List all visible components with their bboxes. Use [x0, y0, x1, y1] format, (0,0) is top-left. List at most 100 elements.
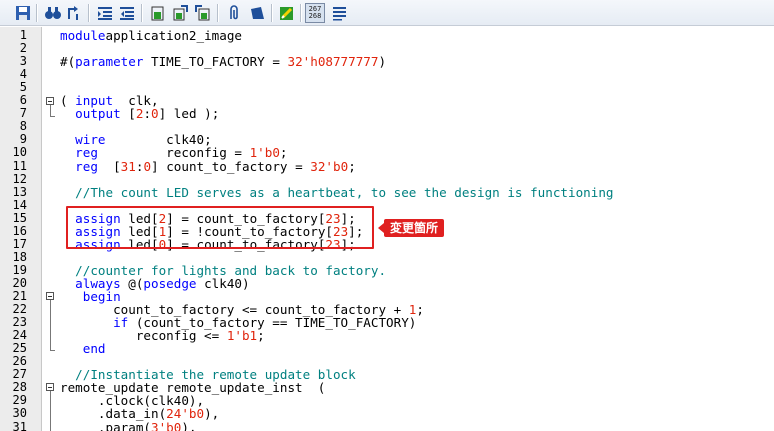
- line-number: 16: [12, 223, 27, 238]
- line-number: 15: [12, 210, 27, 225]
- line-number: 30: [12, 406, 27, 421]
- code-token: ] count_to_factory =: [151, 158, 311, 174]
- number-token: 32'b0: [310, 158, 349, 174]
- keyword-token: end: [82, 341, 106, 357]
- fold-line: [50, 105, 51, 116]
- code-line[interactable]: .param(3'b0),: [60, 421, 197, 431]
- keyword-token: module: [60, 28, 106, 43]
- toolbar-separator: [141, 4, 143, 22]
- code-token: @(: [120, 275, 144, 291]
- keyword-token: output: [75, 106, 121, 122]
- highlight-icon[interactable]: [248, 4, 266, 22]
- code-token: clk40): [196, 275, 250, 291]
- line-number: 13: [12, 184, 27, 199]
- indent-icon[interactable]: [96, 4, 114, 22]
- code-line[interactable]: end: [60, 342, 106, 355]
- line-number: 8: [19, 119, 27, 134]
- fold-line: [50, 300, 51, 350]
- code-line[interactable]: //Instantiate the remote update block: [60, 368, 356, 381]
- bookmark-set-icon[interactable]: [149, 4, 167, 22]
- number-token: 1'b1: [226, 328, 258, 344]
- code-token: ;: [257, 328, 265, 344]
- code-token: #(: [60, 54, 76, 70]
- bookmark-next-icon[interactable]: [171, 4, 189, 22]
- toolbar: 267 268: [0, 0, 774, 26]
- fold-line: [50, 391, 51, 431]
- code-line[interactable]: .clock(clk40),: [60, 394, 204, 407]
- toolbar-separator: [300, 4, 302, 22]
- line-number: 10: [12, 145, 27, 160]
- code-line[interactable]: ( input clk,: [60, 94, 159, 107]
- code-line[interactable]: if (count_to_factory == TIME_TO_FACTORY): [60, 316, 416, 329]
- code-line[interactable]: //counter for lights and back to factory…: [60, 264, 386, 277]
- code-line[interactable]: .data_in(24'b0),: [60, 407, 219, 420]
- fold-toggle-icon[interactable]: [46, 97, 54, 105]
- line-number: 17: [12, 236, 27, 251]
- line-number: 5: [19, 80, 27, 95]
- code-token: TIME_TO_FACTORY =: [143, 54, 288, 70]
- code-token: ;: [416, 302, 424, 318]
- line-number: 24: [12, 328, 27, 343]
- find-in-files-icon[interactable]: [65, 4, 83, 22]
- find-icon[interactable]: [44, 4, 62, 22]
- fold-toggle-icon[interactable]: [46, 292, 54, 300]
- edit-check-icon[interactable]: [278, 4, 296, 22]
- fold-end: [50, 350, 55, 351]
- line-number: 6: [19, 93, 27, 108]
- change-highlight-box: [66, 206, 374, 249]
- list-icon[interactable]: [331, 4, 349, 22]
- line-number: 22: [12, 302, 27, 317]
- code-line[interactable]: //The count LED serves as a heartbeat, t…: [60, 186, 613, 199]
- line-number: 4: [19, 67, 27, 82]
- line-number: 23: [12, 315, 27, 330]
- code-line[interactable]: begin: [60, 290, 121, 303]
- code-line[interactable]: #(parameter TIME_TO_FACTORY = 32'h087777…: [60, 55, 386, 68]
- code-token: ): [378, 54, 387, 70]
- number-token: 0: [143, 158, 152, 174]
- change-callout-label: 変更箇所: [377, 219, 445, 237]
- line-number: 11: [12, 158, 27, 173]
- code-token: [: [120, 106, 136, 122]
- line-number: 26: [12, 354, 27, 369]
- code-token: [: [97, 158, 121, 174]
- keyword-token: reg: [75, 158, 98, 174]
- code-token: .param(: [60, 419, 151, 431]
- line-number: 25: [12, 341, 27, 356]
- code-token: application2_image: [105, 28, 242, 43]
- number-token: 32'h08777777: [287, 54, 379, 70]
- fold-toggle-icon[interactable]: [46, 383, 54, 391]
- counter-bottom: 268: [308, 12, 322, 20]
- code-line[interactable]: count_to_factory <= count_to_factory + 1…: [60, 303, 424, 316]
- save-icon[interactable]: [14, 4, 32, 22]
- toolbar-separator: [36, 4, 38, 22]
- toolbar-separator: [88, 4, 90, 22]
- attach-icon[interactable]: [224, 4, 242, 22]
- code-token: :: [143, 106, 152, 122]
- bookmark-prev-icon[interactable]: [194, 4, 212, 22]
- fold-end: [50, 116, 55, 117]
- code-line[interactable]: reg reconfig = 1'b0;: [60, 146, 287, 159]
- line-number: 28: [12, 380, 27, 395]
- line-number: 18: [12, 249, 27, 264]
- line-number: 19: [12, 262, 27, 277]
- number-token: 0: [151, 106, 159, 122]
- code-line[interactable]: remote_update remote_update_inst (: [60, 381, 325, 394]
- keyword-token: parameter: [75, 54, 144, 70]
- code-line[interactable]: wire clk40;: [60, 133, 212, 146]
- code-line[interactable]: output [2:0] led );: [60, 107, 219, 120]
- line-number: 21: [12, 289, 27, 303]
- line-number: 29: [12, 393, 27, 408]
- number-token: 3'b0: [151, 419, 182, 431]
- code-line[interactable]: always @(posedge clk40): [60, 275, 250, 291]
- code-line[interactable]: moduleapplication2_image: [60, 29, 242, 42]
- line-number: 31: [12, 419, 27, 431]
- code-token: ;: [348, 158, 356, 174]
- line-number: 27: [12, 367, 27, 382]
- code-line[interactable]: reconfig <= 1'b1;: [60, 329, 265, 342]
- unindent-icon[interactable]: [118, 4, 136, 22]
- code-line[interactable]: reg [31:0] count_to_factory = 32'b0;: [60, 160, 356, 173]
- line-number: 3: [19, 54, 27, 69]
- line-number-toggle-icon[interactable]: 267 268: [305, 3, 325, 23]
